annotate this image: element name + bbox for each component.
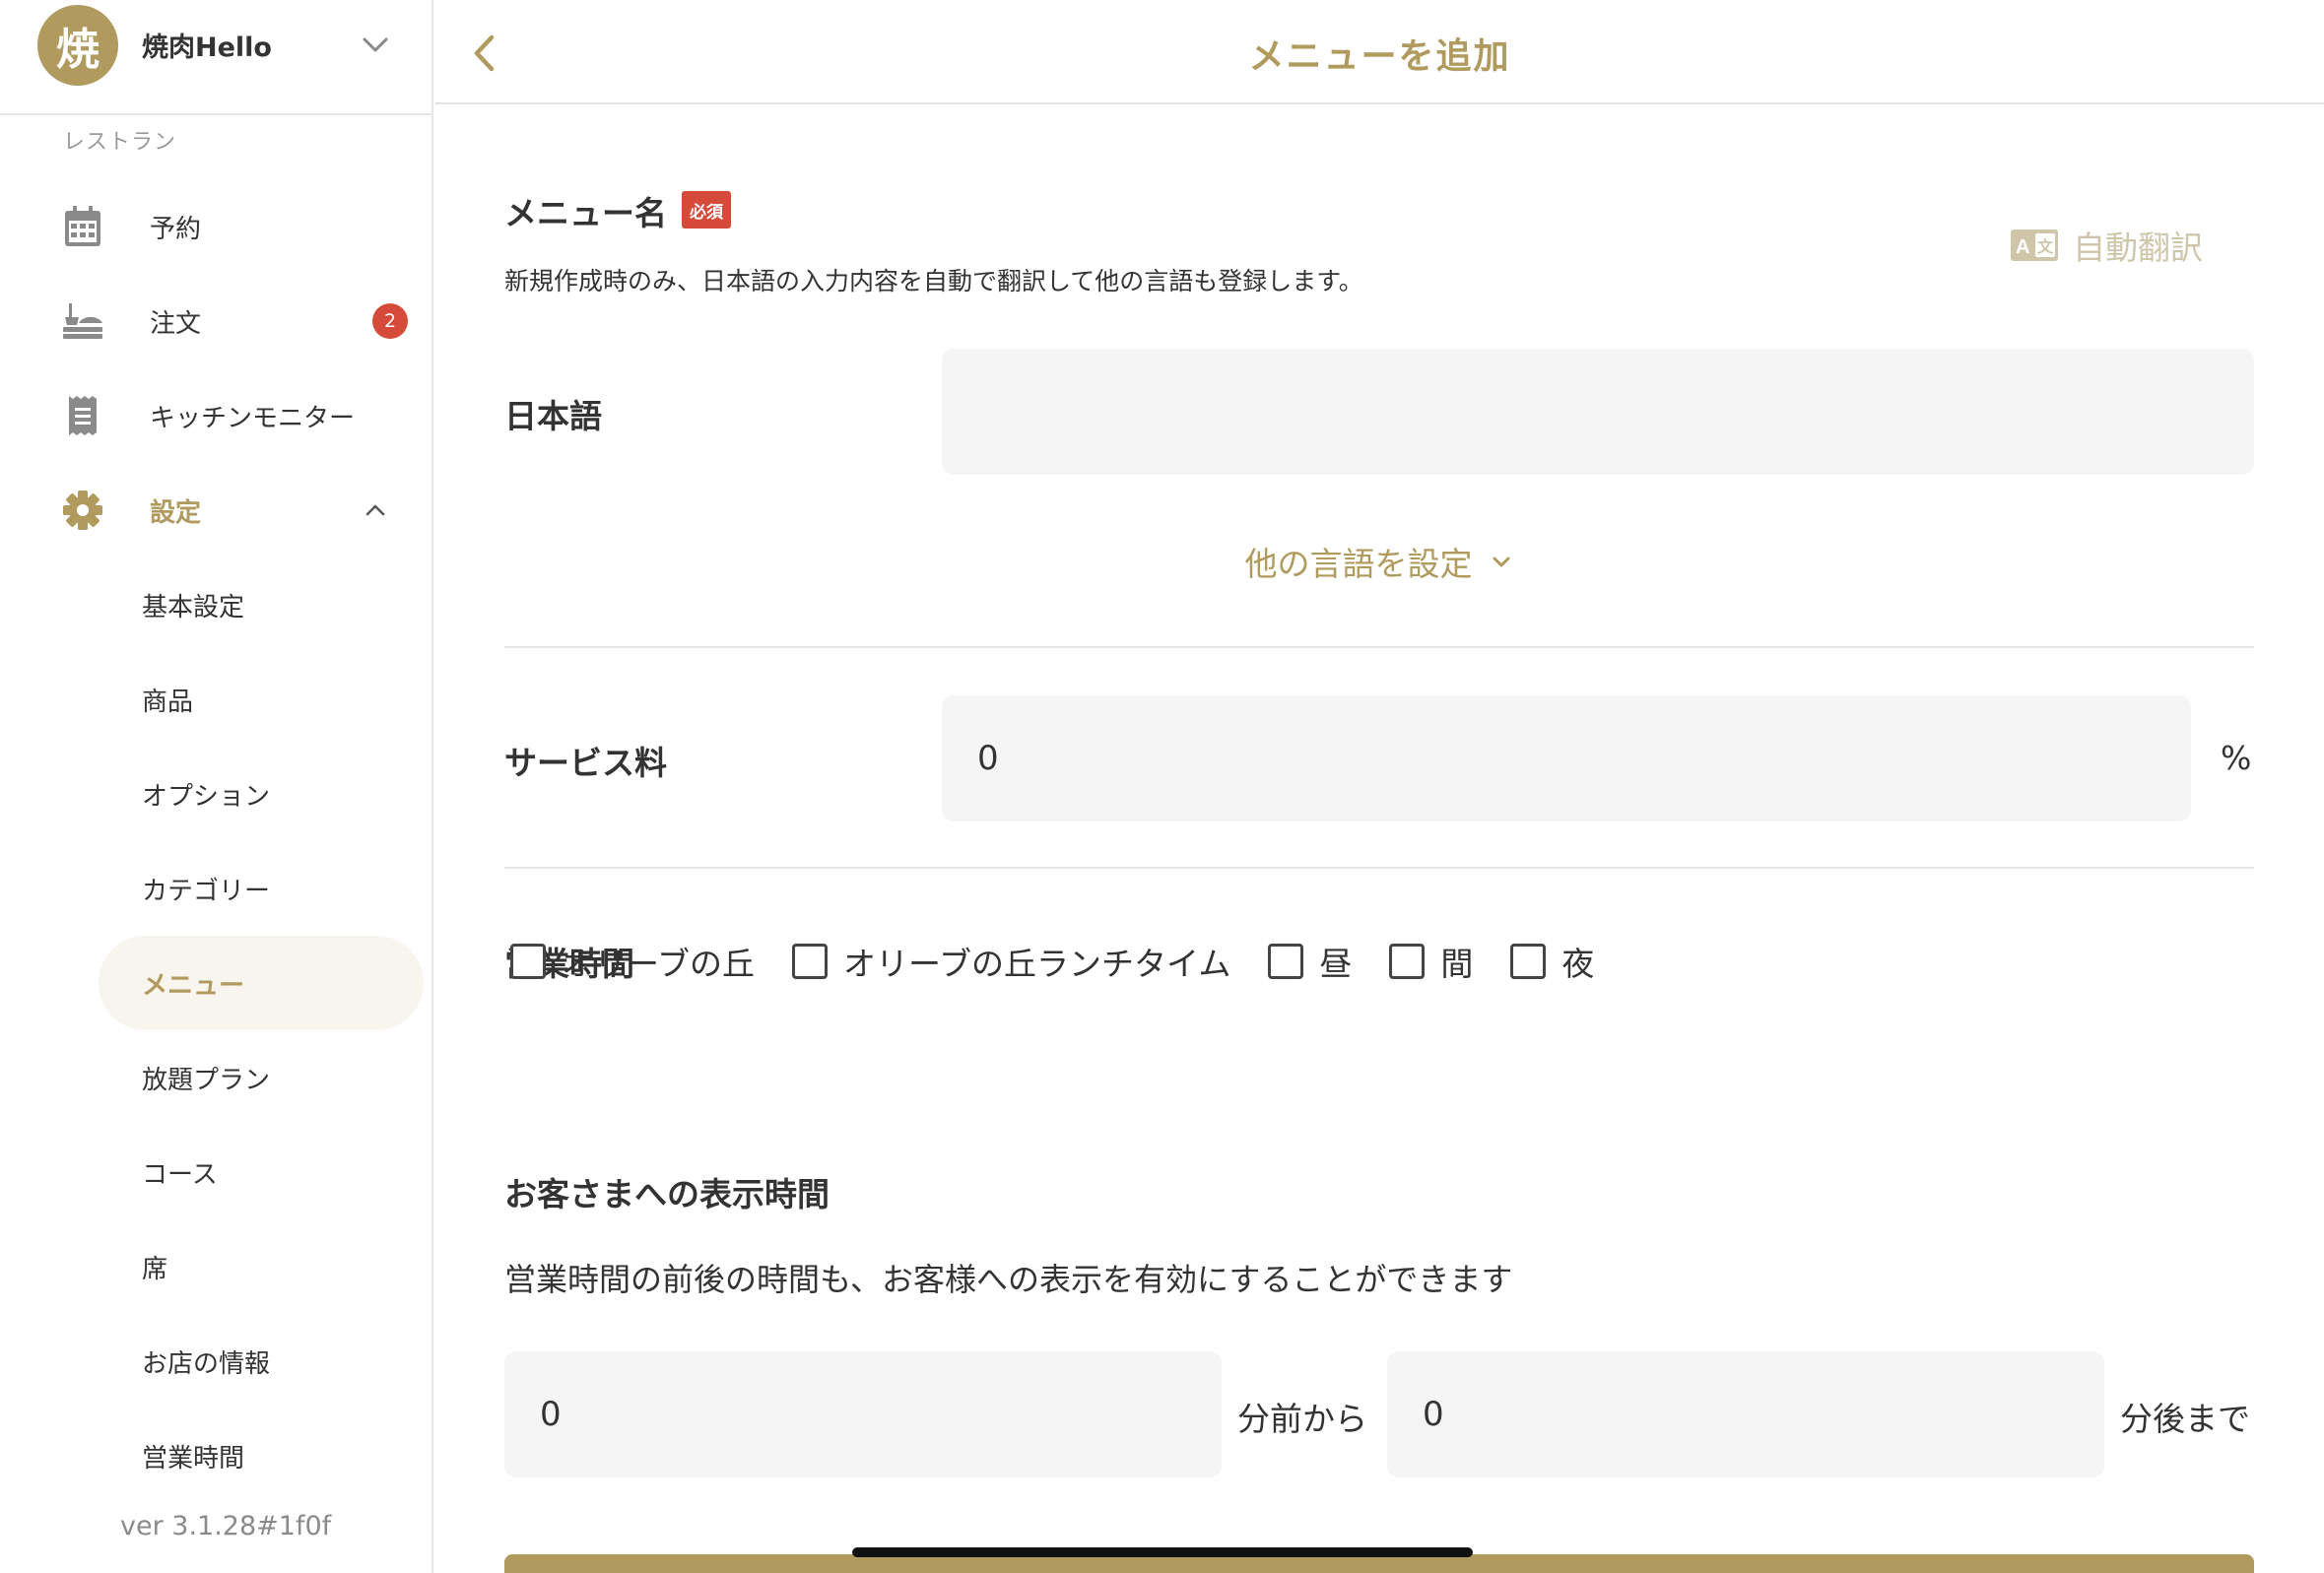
sidebar-subitem-products[interactable]: 商品 <box>99 652 424 747</box>
sidebar-item-label: 注文 <box>150 308 202 339</box>
checkbox-label: オリーブの丘 <box>562 945 756 983</box>
sidebar-subitem-label: 放題プラン <box>142 1065 271 1095</box>
sidebar-subitem-label: 席 <box>142 1254 168 1284</box>
gear-icon <box>61 489 104 532</box>
checkbox-unchecked[interactable] <box>792 944 829 979</box>
order-icon <box>61 299 104 343</box>
sidebar-subitem-menu[interactable]: メニュー <box>99 936 424 1030</box>
business-hour-checkbox-night[interactable]: 夜 <box>1510 938 1594 985</box>
business-hour-checkbox-olive-hill[interactable]: オリーブの丘 <box>510 938 755 985</box>
sidebar-item-label: 予約 <box>150 214 202 244</box>
sidebar-subitem-all-you-can-plans[interactable]: 放題プラン <box>99 1030 424 1125</box>
section-label-restaurant: レストラン <box>63 130 177 155</box>
svg-text:文: 文 <box>2037 237 2054 256</box>
business-hours-options: オリーブの丘 オリーブの丘ランチタイム 昼 間 夜 <box>510 934 1631 989</box>
japanese-label: 日本語 <box>504 397 602 435</box>
checkbox-label: 間 <box>1440 945 1474 983</box>
sidebar-item-label: 設定 <box>150 497 202 528</box>
checkbox-label: オリーブの丘ランチタイム <box>843 945 1231 983</box>
sidebar: 焼 焼肉Hello レストラン 予約 注文 2 キッチンモニター 設定 基本設定… <box>0 0 433 1573</box>
sidebar-item-label: キッチンモニター <box>150 403 356 433</box>
checkbox-unchecked[interactable] <box>1268 944 1304 979</box>
display-before-unit: 分前から <box>1237 1400 1367 1438</box>
checkbox-unchecked[interactable] <box>510 944 546 979</box>
sidebar-subitem-label: カテゴリー <box>142 876 271 906</box>
sidebar-subitem-business-hours[interactable]: 営業時間 <box>99 1409 424 1503</box>
japanese-name-input[interactable] <box>942 349 2254 475</box>
section-divider <box>504 867 2254 869</box>
business-hour-checkbox-daytime[interactable]: 昼 <box>1268 938 1352 985</box>
sidebar-subitem-categories[interactable]: カテゴリー <box>99 841 424 936</box>
checkbox-unchecked[interactable] <box>1389 944 1426 979</box>
calendar-icon <box>61 205 104 248</box>
menu-name-helper: 新規作成時のみ、日本語の入力内容を自動で翻訳して他の言語も登録します。 <box>504 267 1363 295</box>
other-languages-label: 他の言語を設定 <box>1244 545 1473 583</box>
sidebar-subitem-store-info[interactable]: お店の情報 <box>99 1314 424 1409</box>
page-title: メニューを追加 <box>1248 36 1511 77</box>
required-badge: 必須 <box>682 191 731 229</box>
other-languages-toggle[interactable]: 他の言語を設定 <box>504 538 2254 585</box>
sidebar-item-orders[interactable]: 注文 2 <box>0 286 432 357</box>
chevron-down-icon[interactable] <box>359 28 392 61</box>
sidebar-subitem-label: 営業時間 <box>142 1443 245 1474</box>
sidebar-item-kitchen-monitor[interactable]: キッチンモニター <box>0 380 432 451</box>
service-fee-label: サービス料 <box>504 744 667 782</box>
display-after-input[interactable] <box>1387 1351 2104 1477</box>
home-indicator <box>852 1547 1473 1557</box>
sidebar-subitem-basic-settings[interactable]: 基本設定 <box>99 557 424 652</box>
auto-translate-label: 自動翻訳 <box>2073 229 2203 267</box>
chevron-up-icon[interactable] <box>361 495 390 525</box>
sidebar-item-settings[interactable]: 設定 <box>0 475 432 546</box>
checkbox-unchecked[interactable] <box>1510 944 1547 979</box>
business-hour-checkbox-olive-hill-lunch[interactable]: オリーブの丘ランチタイム <box>792 938 1230 985</box>
menu-name-title: メニュー名 <box>504 194 667 232</box>
display-time-title: お客さまへの表示時間 <box>504 1175 830 1213</box>
sidebar-subitem-label: 商品 <box>142 687 194 717</box>
sidebar-subitem-label: メニュー <box>142 970 245 1001</box>
order-count-badge: 2 <box>372 303 408 339</box>
translate-icon: A 文 <box>2011 229 2058 261</box>
sidebar-subitem-options[interactable]: オプション <box>99 747 424 841</box>
business-hour-checkbox-between[interactable]: 間 <box>1389 938 1473 985</box>
service-fee-input[interactable] <box>942 695 2191 821</box>
sidebar-subitem-label: 基本設定 <box>142 592 245 623</box>
sidebar-subitem-label: コース <box>142 1159 218 1190</box>
store-switcher[interactable]: 焼 焼肉Hello <box>0 0 432 115</box>
section-divider <box>504 646 2254 648</box>
sidebar-subitem-label: オプション <box>142 781 271 812</box>
sidebar-subitem-label: お店の情報 <box>142 1348 271 1379</box>
app-version: ver 3.1.28#1f0f <box>120 1511 332 1541</box>
display-time-helper: 営業時間の前後の時間も、お客様への表示を有効にすることができます <box>504 1261 1513 1298</box>
svg-text:A: A <box>2016 236 2029 258</box>
store-avatar: 焼 <box>37 5 118 86</box>
store-name: 焼肉Hello <box>142 33 272 63</box>
sidebar-subitem-courses[interactable]: コース <box>99 1125 424 1219</box>
receipt-icon <box>61 394 104 437</box>
top-bar: メニューを追加 <box>435 0 2324 104</box>
service-fee-unit: % <box>2221 739 2252 777</box>
checkbox-label: 夜 <box>1561 945 1595 983</box>
sidebar-item-reservations[interactable]: 予約 <box>0 191 432 262</box>
sidebar-subitem-seats[interactable]: 席 <box>99 1219 424 1314</box>
display-after-unit: 分後まで <box>2120 1400 2250 1438</box>
auto-translate-button[interactable]: A 文 自動翻訳 <box>2010 219 2203 272</box>
display-before-input[interactable] <box>504 1351 1222 1477</box>
checkbox-label: 昼 <box>1319 945 1353 983</box>
chevron-down-icon <box>1493 557 1509 567</box>
